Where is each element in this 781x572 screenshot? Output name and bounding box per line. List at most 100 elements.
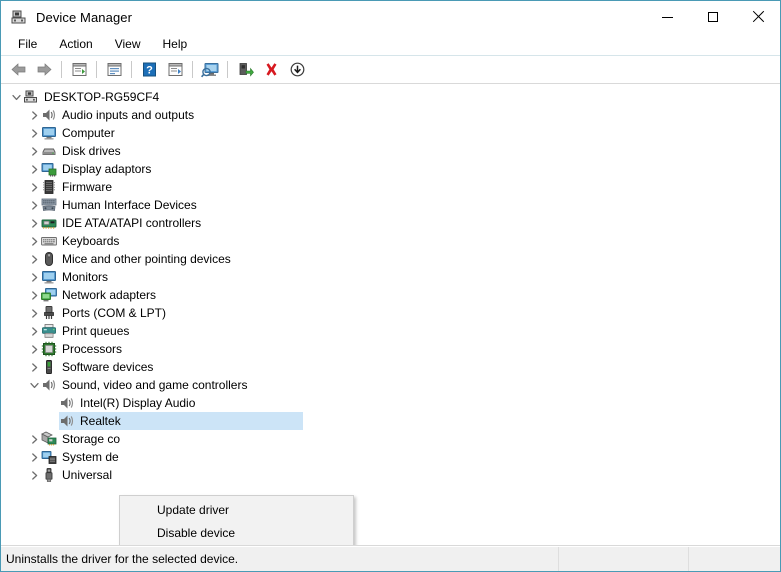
chevron-down-icon[interactable] <box>9 93 23 102</box>
context-menu-item-uninstall-device[interactable]: Uninstall device <box>120 545 353 546</box>
tree-item-label: Universal <box>62 468 113 482</box>
tree-item-label: Human Interface Devices <box>62 198 197 212</box>
help-button[interactable]: ? <box>136 58 162 81</box>
toolbar-separator <box>131 61 132 78</box>
update-driver-button[interactable] <box>162 58 188 81</box>
chevron-right-icon[interactable] <box>27 470 41 480</box>
tree-item-label: Network adapters <box>62 288 157 302</box>
chevron-right-icon[interactable] <box>27 434 41 444</box>
tree-item[interactable]: Network adapters <box>1 286 780 304</box>
context-menu-item-disable-device[interactable]: Disable device <box>120 522 353 545</box>
uninstall-device-icon <box>266 63 276 76</box>
processor-icon <box>41 341 57 357</box>
tree-item[interactable]: Audio inputs and outputs <box>1 106 780 124</box>
status-message: Uninstalls the driver for the selected d… <box>1 547 559 571</box>
tree-item[interactable]: Software devices <box>1 358 780 376</box>
chevron-right-icon[interactable] <box>27 452 41 462</box>
tree-item-label: Intel(R) Display Audio <box>80 396 196 410</box>
tree-item[interactable]: Intel(R) Display Audio <box>1 394 780 412</box>
monitor-icon <box>41 125 57 141</box>
storage-controller-icon <box>41 431 57 447</box>
tree-item[interactable]: Ports (COM & LPT) <box>1 304 780 322</box>
tree-item[interactable]: Display adaptors <box>1 160 780 178</box>
ide-controller-icon <box>41 215 57 231</box>
chevron-right-icon[interactable] <box>27 326 41 336</box>
toolbar-separator <box>192 61 193 78</box>
tree-item[interactable]: IDE ATA/ATAPI controllers <box>1 214 780 232</box>
chevron-right-icon[interactable] <box>27 236 41 246</box>
menu-action[interactable]: Action <box>48 35 103 53</box>
tree-item[interactable]: Sound, video and game controllers <box>1 376 780 394</box>
context-menu-item-update-driver[interactable]: Update driver <box>120 499 353 522</box>
update-driver-icon <box>168 63 182 76</box>
enable-device-button[interactable] <box>232 58 258 81</box>
tree-item[interactable]: Storage co <box>1 430 780 448</box>
back-button[interactable] <box>5 58 31 81</box>
maximize-button[interactable] <box>690 1 735 33</box>
tree-item[interactable]: Universal <box>1 466 780 484</box>
chevron-right-icon[interactable] <box>27 362 41 372</box>
mouse-icon <box>41 251 57 267</box>
scan-hardware-changes-button[interactable] <box>197 58 223 81</box>
usb-icon <box>41 467 57 483</box>
menu-help[interactable]: Help <box>152 35 199 53</box>
tree-item[interactable]: Keyboards <box>1 232 780 250</box>
tree-item[interactable]: Processors <box>1 340 780 358</box>
forward-button[interactable] <box>31 58 57 81</box>
toolbar-separator <box>227 61 228 78</box>
tree-item-label: Monitors <box>62 270 109 284</box>
chevron-right-icon[interactable] <box>27 254 41 264</box>
speaker-icon <box>41 107 57 123</box>
chevron-right-icon[interactable] <box>27 200 41 210</box>
minimize-button[interactable] <box>645 1 690 33</box>
properties-button[interactable] <box>101 58 127 81</box>
chevron-right-icon[interactable] <box>27 344 41 354</box>
chevron-right-icon[interactable] <box>27 218 41 228</box>
chevron-right-icon[interactable] <box>27 110 41 120</box>
chevron-right-icon[interactable] <box>27 272 41 282</box>
tree-item-label: Display adaptors <box>62 162 152 176</box>
network-adapter-icon <box>41 287 57 303</box>
chevron-right-icon[interactable] <box>27 308 41 318</box>
tree-item[interactable]: Disk drives <box>1 142 780 160</box>
device-manager-window: Device Manager File Action View Help ? D… <box>0 0 781 572</box>
system-device-icon <box>41 449 57 465</box>
show-hidden-devices-icon <box>72 63 86 76</box>
help-icon: ? <box>142 62 156 77</box>
tree-item[interactable]: Firmware <box>1 178 780 196</box>
tree-item[interactable]: Human Interface Devices <box>1 196 780 214</box>
tree-item[interactable]: Realtek <box>1 412 780 430</box>
disable-device-button[interactable] <box>284 58 310 81</box>
tree-item[interactable]: Print queues <box>1 322 780 340</box>
tree-item-label: Keyboards <box>62 234 120 248</box>
chevron-right-icon[interactable] <box>27 128 41 138</box>
svg-text:?: ? <box>146 65 153 77</box>
chevron-right-icon[interactable] <box>27 164 41 174</box>
chevron-down-icon[interactable] <box>27 381 41 390</box>
tree-item-label: Mice and other pointing devices <box>62 252 231 266</box>
chevron-right-icon[interactable] <box>27 290 41 300</box>
menu-bar: File Action View Help <box>1 33 780 56</box>
tree-item-label: Computer <box>62 126 115 140</box>
chevron-right-icon[interactable] <box>27 182 41 192</box>
uninstall-device-button[interactable] <box>258 58 284 81</box>
menu-file[interactable]: File <box>7 35 48 53</box>
tree-item[interactable]: Computer <box>1 124 780 142</box>
tree-item[interactable]: Mice and other pointing devices <box>1 250 780 268</box>
device-tree-panel[interactable]: DESKTOP-RG59CF4 Audio inputs and outputs C… <box>1 84 780 546</box>
tree-item-label: DESKTOP-RG59CF4 <box>44 90 160 104</box>
menu-view[interactable]: View <box>104 35 152 53</box>
window-controls <box>645 1 780 33</box>
close-button[interactable] <box>735 1 780 33</box>
toolbar-separator <box>61 61 62 78</box>
tree-item-label: System de <box>62 450 119 464</box>
tree-root-item[interactable]: DESKTOP-RG59CF4 <box>1 88 780 106</box>
tree-item[interactable]: Monitors <box>1 268 780 286</box>
show-hidden-devices-button[interactable] <box>66 58 92 81</box>
maximize-icon <box>707 12 718 22</box>
speaker-icon <box>41 377 57 393</box>
tree-item-label: Software devices <box>62 360 154 374</box>
monitor-icon <box>41 269 57 285</box>
tree-item[interactable]: System de <box>1 448 780 466</box>
chevron-right-icon[interactable] <box>27 146 41 156</box>
